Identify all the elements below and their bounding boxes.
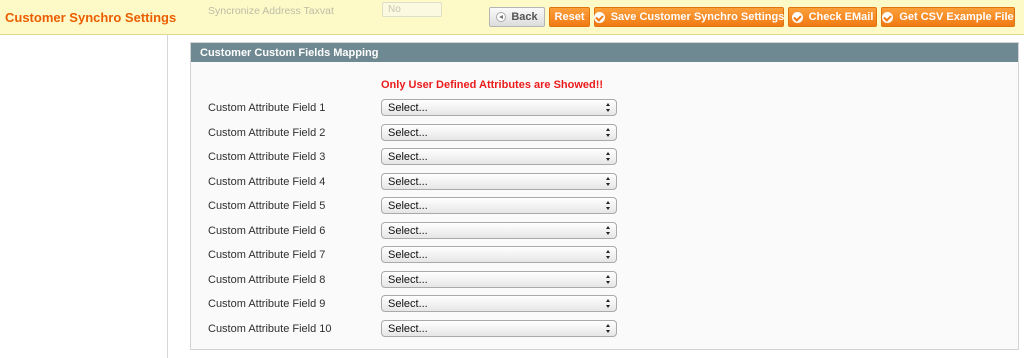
- select-value: Select...: [388, 102, 428, 114]
- select-value: Select...: [388, 225, 428, 237]
- back-button[interactable]: Back: [489, 7, 545, 27]
- custom-attribute-field-9-select[interactable]: Select...: [381, 295, 617, 312]
- user-defined-attributes-notice: Only User Defined Attributes are Showed!…: [381, 79, 604, 91]
- checkmark-icon: [882, 11, 894, 23]
- get-csv-example-button[interactable]: Get CSV Example File: [881, 7, 1015, 27]
- sticky-header-bar: Customer Synchro Settings Syncronize Add…: [0, 0, 1024, 35]
- custom-attribute-field-7-select[interactable]: Select...: [381, 246, 617, 263]
- select-value: Select...: [388, 274, 428, 286]
- select-value: Select...: [388, 200, 428, 212]
- custom-attribute-field-5-select[interactable]: Select...: [381, 197, 617, 214]
- custom-attribute-field-3-select[interactable]: Select...: [381, 148, 617, 165]
- select-value: Select...: [388, 323, 428, 335]
- custom-attribute-field-9-label: Custom Attribute Field 9: [208, 298, 326, 310]
- select-arrows-icon: [606, 152, 611, 162]
- custom-attribute-field-4-label: Custom Attribute Field 4: [208, 176, 326, 188]
- select-arrows-icon: [606, 324, 611, 334]
- custom-attribute-field-2-select[interactable]: Select...: [381, 124, 617, 141]
- scrolled-field-behind-header: Syncronize Address Taxvat No: [207, 2, 457, 18]
- get-csv-example-button-label: Get CSV Example File: [899, 11, 1014, 23]
- select-arrows-icon: [606, 128, 611, 138]
- select-arrows-icon: [606, 275, 611, 285]
- checkmark-icon: [593, 11, 605, 23]
- custom-attribute-field-1-select[interactable]: Select...: [381, 99, 617, 116]
- custom-attribute-field-10-label: Custom Attribute Field 10: [208, 323, 332, 335]
- checkmark-icon: [791, 11, 803, 23]
- custom-attribute-field-10-select[interactable]: Select...: [381, 320, 617, 337]
- check-email-button-label: Check EMail: [808, 11, 874, 23]
- save-settings-button[interactable]: Save Customer Synchro Settings: [593, 7, 785, 27]
- select-value: Select...: [388, 127, 428, 139]
- sync-address-taxvat-label: Syncronize Address Taxvat: [208, 5, 334, 17]
- left-sidebar: [0, 0, 168, 358]
- custom-attribute-field-1-label: Custom Attribute Field 1: [208, 102, 326, 114]
- fieldset-title: Customer Custom Fields Mapping: [191, 43, 1018, 62]
- custom-attribute-field-6-label: Custom Attribute Field 6: [208, 225, 326, 237]
- select-arrows-icon: [606, 177, 611, 187]
- custom-attribute-field-6-select[interactable]: Select...: [381, 222, 617, 239]
- select-arrows-icon: [606, 201, 611, 211]
- custom-attribute-field-3-label: Custom Attribute Field 3: [208, 151, 326, 163]
- reset-button[interactable]: Reset: [549, 7, 590, 27]
- save-settings-button-label: Save Customer Synchro Settings: [610, 11, 785, 23]
- custom-attribute-field-8-label: Custom Attribute Field 8: [208, 274, 326, 286]
- select-arrows-icon: [606, 250, 611, 260]
- sync-address-taxvat-select[interactable]: No: [382, 2, 442, 17]
- select-value: Select...: [388, 249, 428, 261]
- custom-attribute-field-5-label: Custom Attribute Field 5: [208, 200, 326, 212]
- page-title: Customer Synchro Settings: [5, 10, 177, 25]
- select-arrows-icon: [606, 299, 611, 309]
- custom-attribute-field-4-select[interactable]: Select...: [381, 173, 617, 190]
- custom-attribute-field-2-label: Custom Attribute Field 2: [208, 127, 326, 139]
- back-button-label: Back: [511, 11, 538, 23]
- check-email-button[interactable]: Check EMail: [788, 7, 877, 27]
- custom-attribute-field-7-label: Custom Attribute Field 7: [208, 249, 326, 261]
- select-value: Select...: [388, 151, 428, 163]
- select-arrows-icon: [606, 103, 611, 113]
- custom-fields-mapping-fieldset: Customer Custom Fields Mapping Only User…: [190, 42, 1019, 350]
- select-value: Select...: [388, 176, 428, 188]
- select-arrows-icon: [606, 226, 611, 236]
- back-arrow-icon: [496, 12, 507, 22]
- reset-button-label: Reset: [554, 11, 585, 23]
- select-value: Select...: [388, 298, 428, 310]
- custom-attribute-field-8-select[interactable]: Select...: [381, 271, 617, 288]
